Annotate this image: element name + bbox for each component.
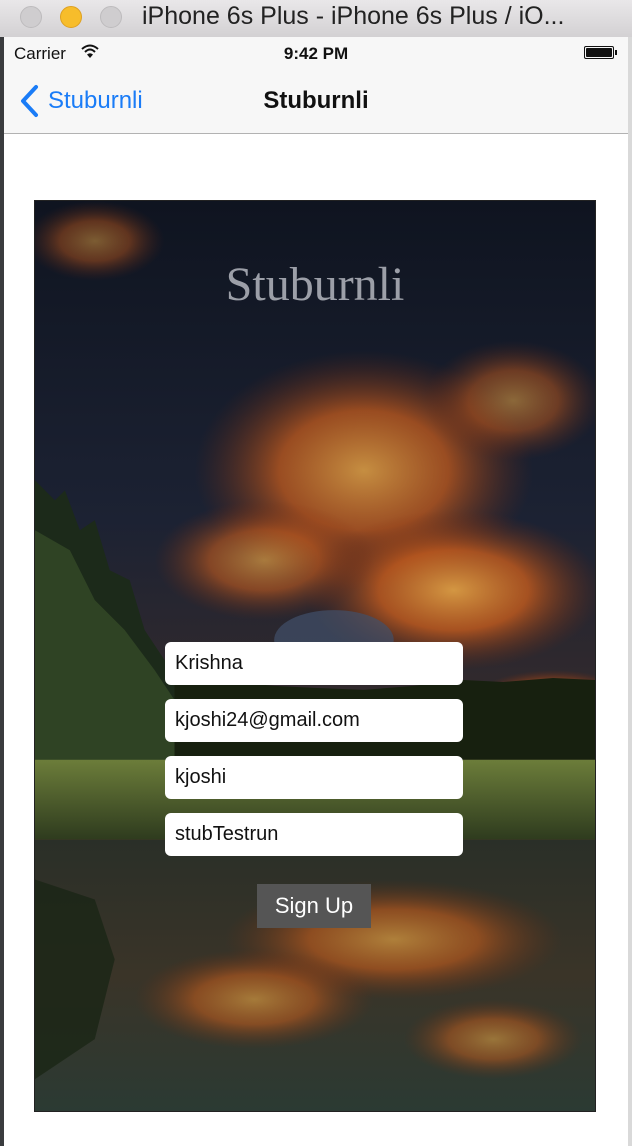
nav-title: Stuburnli — [263, 87, 369, 114]
email-field[interactable] — [165, 699, 463, 742]
status-time: 9:42 PM — [283, 44, 349, 63]
window-titlebar: iPhone 6s Plus - iPhone 6s Plus / iO... — [0, 0, 632, 38]
battery-icon — [584, 46, 617, 59]
sign-up-button[interactable]: Sign Up — [257, 884, 371, 928]
phone-screen: Carrier 9:42 PM Stuburnli Stuburnli Stub… — [4, 37, 628, 1146]
status-bar: Carrier 9:42 PM — [4, 37, 628, 69]
window-edge-right — [628, 37, 632, 1146]
window-zoom-button[interactable] — [100, 6, 122, 28]
app-title: Stuburnli — [225, 258, 405, 311]
window-minimize-button[interactable] — [60, 6, 82, 28]
background-image: Stuburnli Sign Up — [34, 200, 596, 1112]
window-title: iPhone 6s Plus - iPhone 6s Plus / iO... — [142, 2, 565, 30]
window-close-button[interactable] — [20, 6, 42, 28]
password-field[interactable] — [165, 813, 463, 856]
name-field[interactable] — [165, 642, 463, 685]
navigation-bar: Stuburnli Stuburnli — [4, 69, 628, 134]
username-field[interactable] — [165, 756, 463, 799]
